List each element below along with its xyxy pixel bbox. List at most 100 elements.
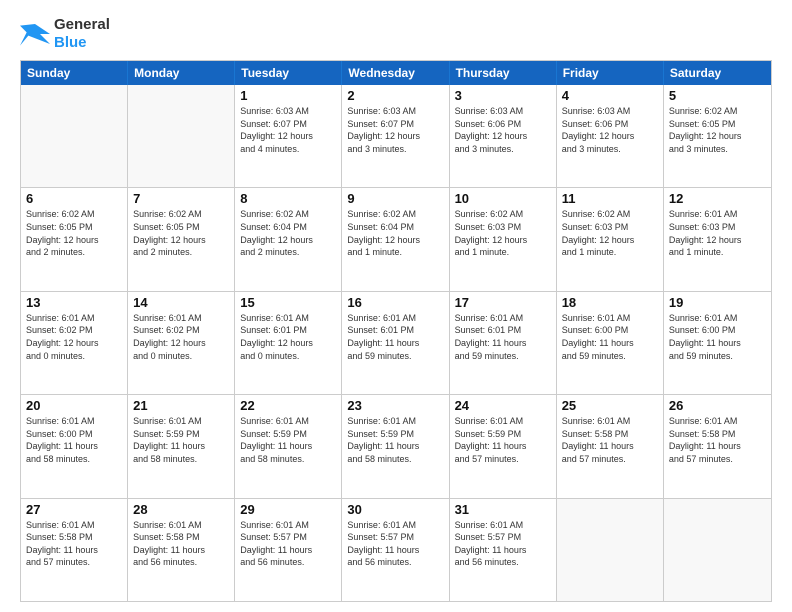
logo: General Blue (20, 16, 110, 52)
cell-info: Sunrise: 6:01 AM Sunset: 5:59 PM Dayligh… (455, 415, 551, 465)
week-row-4: 27 Sunrise: 6:01 AM Sunset: 5:58 PM Dayli… (21, 499, 771, 601)
day-number: 26 (669, 398, 766, 413)
header: General Blue (20, 16, 772, 52)
cell-info: Sunrise: 6:02 AM Sunset: 6:05 PM Dayligh… (669, 105, 766, 155)
cell-info: Sunrise: 6:01 AM Sunset: 5:59 PM Dayligh… (240, 415, 336, 465)
day-number: 25 (562, 398, 658, 413)
day-number: 27 (26, 502, 122, 517)
cell-info: Sunrise: 6:01 AM Sunset: 5:57 PM Dayligh… (455, 519, 551, 569)
day-number: 10 (455, 191, 551, 206)
header-day-monday: Monday (128, 61, 235, 85)
cal-cell: 17 Sunrise: 6:01 AM Sunset: 6:01 PM Dayli… (450, 292, 557, 394)
day-number: 14 (133, 295, 229, 310)
cell-info: Sunrise: 6:02 AM Sunset: 6:05 PM Dayligh… (26, 208, 122, 258)
cal-cell: 4 Sunrise: 6:03 AM Sunset: 6:06 PM Daylig… (557, 85, 664, 187)
header-day-sunday: Sunday (21, 61, 128, 85)
day-number: 11 (562, 191, 658, 206)
cal-cell: 25 Sunrise: 6:01 AM Sunset: 5:58 PM Dayli… (557, 395, 664, 497)
cal-cell: 13Sunrise: 6:01 AM Sunset: 6:02 PM Dayli… (21, 292, 128, 394)
header-day-tuesday: Tuesday (235, 61, 342, 85)
cal-cell: 30Sunrise: 6:01 AM Sunset: 5:57 PM Dayli… (342, 499, 449, 601)
cal-cell: 7Sunrise: 6:02 AM Sunset: 6:05 PM Daylig… (128, 188, 235, 290)
day-number: 19 (669, 295, 766, 310)
cell-info: Sunrise: 6:01 AM Sunset: 5:59 PM Dayligh… (133, 415, 229, 465)
day-number: 18 (562, 295, 658, 310)
page: General Blue SundayMondayTuesdayWednesda… (0, 0, 792, 612)
cell-info: Sunrise: 6:02 AM Sunset: 6:04 PM Dayligh… (240, 208, 336, 258)
day-number: 1 (240, 88, 336, 103)
day-number: 28 (133, 502, 229, 517)
cell-info: Sunrise: 6:01 AM Sunset: 5:59 PM Dayligh… (347, 415, 443, 465)
week-row-1: 6 Sunrise: 6:02 AM Sunset: 6:05 PM Daylig… (21, 188, 771, 291)
cal-cell: 22 Sunrise: 6:01 AM Sunset: 5:59 PM Dayli… (235, 395, 342, 497)
day-number: 17 (455, 295, 551, 310)
day-number: 6 (26, 191, 122, 206)
day-number: 3 (455, 88, 551, 103)
calendar: SundayMondayTuesdayWednesdayThursdayFrid… (20, 60, 772, 602)
week-row-0: 1 Sunrise: 6:03 AM Sunset: 6:07 PM Daylig… (21, 85, 771, 188)
cell-info: Sunrise: 6:02 AM Sunset: 6:03 PM Dayligh… (562, 208, 658, 258)
day-number: 7 (133, 191, 229, 206)
cal-cell: 8Sunrise: 6:02 AM Sunset: 6:04 PM Daylig… (235, 188, 342, 290)
cell-info: Sunrise: 6:01 AM Sunset: 6:02 PM Dayligh… (26, 312, 122, 362)
cal-cell: 28 Sunrise: 6:01 AM Sunset: 5:58 PM Dayli… (128, 499, 235, 601)
calendar-header: SundayMondayTuesdayWednesdayThursdayFrid… (21, 61, 771, 85)
cal-cell: 20Sunrise: 6:01 AM Sunset: 6:00 PM Dayli… (21, 395, 128, 497)
cell-info: Sunrise: 6:02 AM Sunset: 6:03 PM Dayligh… (455, 208, 551, 258)
cal-cell: 29 Sunrise: 6:01 AM Sunset: 5:57 PM Dayli… (235, 499, 342, 601)
week-row-2: 13Sunrise: 6:01 AM Sunset: 6:02 PM Dayli… (21, 292, 771, 395)
cal-cell: 19 Sunrise: 6:01 AM Sunset: 6:00 PM Dayli… (664, 292, 771, 394)
day-number: 30 (347, 502, 443, 517)
day-number: 12 (669, 191, 766, 206)
cal-cell: 24 Sunrise: 6:01 AM Sunset: 5:59 PM Dayli… (450, 395, 557, 497)
cell-info: Sunrise: 6:01 AM Sunset: 6:00 PM Dayligh… (669, 312, 766, 362)
cal-cell: 26 Sunrise: 6:01 AM Sunset: 5:58 PM Dayli… (664, 395, 771, 497)
day-number: 24 (455, 398, 551, 413)
day-number: 29 (240, 502, 336, 517)
cell-info: Sunrise: 6:01 AM Sunset: 5:58 PM Dayligh… (562, 415, 658, 465)
cell-info: Sunrise: 6:01 AM Sunset: 6:03 PM Dayligh… (669, 208, 766, 258)
cal-cell: 27 Sunrise: 6:01 AM Sunset: 5:58 PM Dayli… (21, 499, 128, 601)
cell-info: Sunrise: 6:01 AM Sunset: 6:01 PM Dayligh… (240, 312, 336, 362)
cell-info: Sunrise: 6:01 AM Sunset: 6:01 PM Dayligh… (455, 312, 551, 362)
cal-cell: 15 Sunrise: 6:01 AM Sunset: 6:01 PM Dayli… (235, 292, 342, 394)
header-day-thursday: Thursday (450, 61, 557, 85)
cell-info: Sunrise: 6:02 AM Sunset: 6:04 PM Dayligh… (347, 208, 443, 258)
logo-text: General Blue (54, 16, 110, 52)
cell-info: Sunrise: 6:01 AM Sunset: 6:01 PM Dayligh… (347, 312, 443, 362)
day-number: 16 (347, 295, 443, 310)
logo-icon (20, 22, 50, 46)
calendar-body: 1 Sunrise: 6:03 AM Sunset: 6:07 PM Daylig… (21, 85, 771, 601)
cal-cell (664, 499, 771, 601)
cell-info: Sunrise: 6:03 AM Sunset: 6:07 PM Dayligh… (240, 105, 336, 155)
cal-cell: 14 Sunrise: 6:01 AM Sunset: 6:02 PM Dayli… (128, 292, 235, 394)
cal-cell: 3 Sunrise: 6:03 AM Sunset: 6:06 PM Daylig… (450, 85, 557, 187)
cell-info: Sunrise: 6:01 AM Sunset: 6:02 PM Dayligh… (133, 312, 229, 362)
cell-info: Sunrise: 6:01 AM Sunset: 5:58 PM Dayligh… (669, 415, 766, 465)
cell-info: Sunrise: 6:03 AM Sunset: 6:06 PM Dayligh… (455, 105, 551, 155)
cal-cell: 9Sunrise: 6:02 AM Sunset: 6:04 PM Daylig… (342, 188, 449, 290)
cell-info: Sunrise: 6:01 AM Sunset: 5:57 PM Dayligh… (240, 519, 336, 569)
cal-cell: 31 Sunrise: 6:01 AM Sunset: 5:57 PM Dayli… (450, 499, 557, 601)
cal-cell (128, 85, 235, 187)
cell-info: Sunrise: 6:03 AM Sunset: 6:07 PM Dayligh… (347, 105, 443, 155)
day-number: 23 (347, 398, 443, 413)
day-number: 31 (455, 502, 551, 517)
cal-cell: 11 Sunrise: 6:02 AM Sunset: 6:03 PM Dayli… (557, 188, 664, 290)
cal-cell: 12 Sunrise: 6:01 AM Sunset: 6:03 PM Dayli… (664, 188, 771, 290)
cal-cell: 16 Sunrise: 6:01 AM Sunset: 6:01 PM Dayli… (342, 292, 449, 394)
cal-cell: 6 Sunrise: 6:02 AM Sunset: 6:05 PM Daylig… (21, 188, 128, 290)
day-number: 4 (562, 88, 658, 103)
cal-cell: 10 Sunrise: 6:02 AM Sunset: 6:03 PM Dayli… (450, 188, 557, 290)
cell-info: Sunrise: 6:01 AM Sunset: 5:58 PM Dayligh… (133, 519, 229, 569)
cell-info: Sunrise: 6:01 AM Sunset: 6:00 PM Dayligh… (26, 415, 122, 465)
cell-info: Sunrise: 6:03 AM Sunset: 6:06 PM Dayligh… (562, 105, 658, 155)
day-number: 15 (240, 295, 336, 310)
day-number: 21 (133, 398, 229, 413)
cell-info: Sunrise: 6:01 AM Sunset: 5:58 PM Dayligh… (26, 519, 122, 569)
header-day-saturday: Saturday (664, 61, 771, 85)
cal-cell: 1 Sunrise: 6:03 AM Sunset: 6:07 PM Daylig… (235, 85, 342, 187)
day-number: 22 (240, 398, 336, 413)
cal-cell: 18Sunrise: 6:01 AM Sunset: 6:00 PM Dayli… (557, 292, 664, 394)
day-number: 2 (347, 88, 443, 103)
